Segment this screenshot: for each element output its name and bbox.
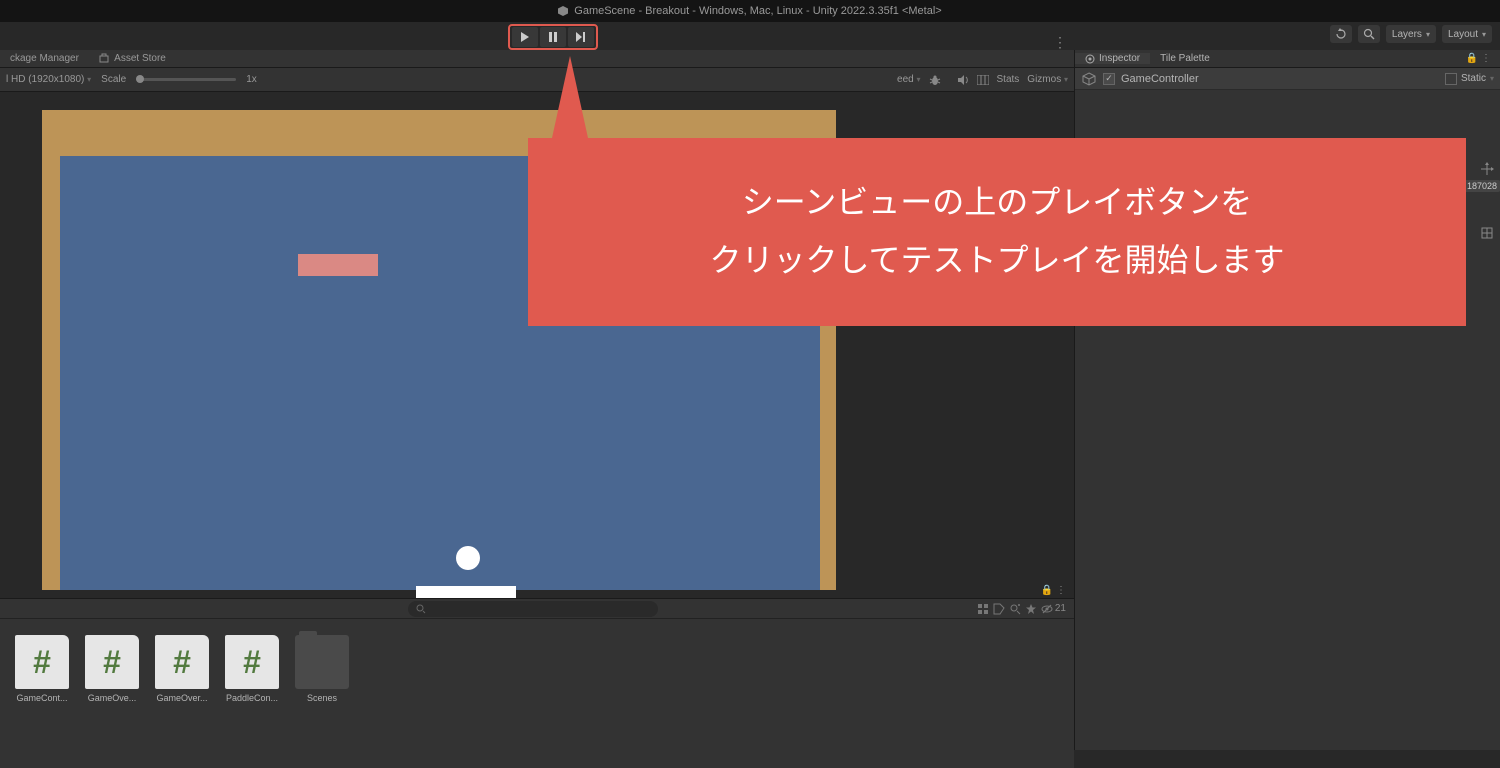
gameobject-active-checkbox[interactable]: ✓ — [1103, 73, 1115, 85]
filter-by-label-icon[interactable] — [993, 603, 1005, 615]
inspector-icon — [1085, 54, 1095, 64]
panel-lock-icon[interactable]: 🔒 ⋮ — [1041, 585, 1066, 596]
project-panel: 🔒 ⋮ 21 # GameCont... # GameOve... # Game… — [0, 598, 1074, 768]
undo-history-button[interactable] — [1330, 25, 1352, 43]
save-search-icon[interactable] — [1009, 603, 1021, 615]
asset-script-gameover1[interactable]: # GameOve... — [82, 635, 142, 703]
tab-tile-palette[interactable]: Tile Palette — [1150, 53, 1220, 64]
component-tool-icon[interactable] — [1480, 226, 1494, 240]
filter-by-type-icon[interactable] — [977, 603, 989, 615]
top-toolbar: Layers Layout — [0, 22, 1500, 50]
unity-logo-icon — [558, 6, 568, 16]
game-brick — [298, 254, 378, 276]
tutorial-callout: シーンビューの上のプレイボタンを クリックしてテストプレイを開始します — [528, 138, 1466, 326]
hidden-eye-icon — [1041, 604, 1053, 614]
csharp-script-icon: # — [85, 635, 139, 689]
callout-line-1: シーンビューの上のプレイボタンを — [742, 174, 1252, 232]
search-icon — [416, 604, 426, 614]
scale-value: 1x — [246, 74, 257, 85]
callout-arrow — [552, 56, 588, 138]
favorite-icon[interactable] — [1025, 603, 1037, 615]
static-checkbox[interactable] — [1445, 73, 1457, 85]
static-dropdown-icon[interactable]: ▾ — [1490, 74, 1494, 83]
game-view-toolbar: l HD (1920x1080) ▾ Scale 1x eed ▾ Stats … — [0, 68, 1074, 92]
project-search-input[interactable] — [408, 601, 658, 617]
scale-slider[interactable] — [136, 78, 236, 81]
search-button[interactable] — [1358, 25, 1380, 43]
callout-line-2: クリックしてテストプレイを開始します — [709, 232, 1284, 290]
csharp-script-icon: # — [15, 635, 69, 689]
gameobject-name-field[interactable]: GameController — [1121, 73, 1439, 85]
project-toolbar: 🔒 ⋮ 21 — [0, 599, 1074, 619]
scale-label: Scale — [101, 74, 126, 85]
step-button[interactable] — [568, 27, 594, 47]
hidden-count[interactable]: 21 — [1041, 603, 1066, 614]
resolution-dropdown[interactable]: l HD (1920x1080) ▾ — [6, 74, 91, 85]
scale-slider-thumb[interactable] — [136, 75, 144, 83]
inspector-object-header: ✓ GameController Static ▾ — [1075, 68, 1500, 90]
inspector-lock-icon[interactable]: 🔒 ⋮ — [1458, 53, 1500, 64]
panel-menu-icon[interactable]: ⋮ — [1053, 34, 1068, 51]
static-label: Static — [1461, 73, 1486, 84]
speed-partial-label: eed ▾ — [897, 74, 920, 85]
stats-toggle[interactable]: Stats — [997, 74, 1020, 85]
game-tabs-row: ckage Manager Asset Store ⋮ — [0, 50, 1074, 68]
bug-icon[interactable] — [929, 74, 941, 86]
tab-asset-store[interactable]: Asset Store — [89, 53, 176, 64]
asset-script-gameover2[interactable]: # GameOver... — [152, 635, 212, 703]
game-ball — [456, 546, 480, 570]
gizmos-toggle[interactable]: Gizmos ▾ — [1027, 74, 1068, 85]
layout-dropdown[interactable]: Layout — [1442, 25, 1492, 43]
gameobject-icon[interactable] — [1081, 71, 1097, 87]
right-toolbar: Layers Layout — [1330, 25, 1492, 43]
window-title: GameScene - Breakout - Windows, Mac, Lin… — [574, 5, 941, 17]
asset-script-paddlecontroller[interactable]: # PaddleCon... — [222, 635, 282, 703]
transform-tool-icon[interactable] — [1480, 162, 1494, 176]
tab-inspector[interactable]: Inspector — [1075, 53, 1150, 64]
csharp-script-icon: # — [225, 635, 279, 689]
tab-package-manager[interactable]: ckage Manager — [0, 53, 89, 64]
pause-button[interactable] — [540, 27, 566, 47]
audio-icon[interactable] — [957, 74, 969, 86]
csharp-script-icon: # — [155, 635, 209, 689]
title-bar: GameScene - Breakout - Windows, Mac, Lin… — [0, 0, 1500, 22]
aspect-icon[interactable] — [977, 75, 989, 85]
folder-icon — [295, 635, 349, 689]
play-controls-highlight — [508, 24, 598, 50]
asset-script-gamecontroller[interactable]: # GameCont... — [12, 635, 72, 703]
layers-dropdown[interactable]: Layers — [1386, 25, 1436, 43]
project-assets-grid: # GameCont... # GameOve... # GameOver...… — [0, 619, 1074, 711]
play-button[interactable] — [512, 27, 538, 47]
asset-store-icon — [99, 53, 109, 63]
asset-folder-scenes[interactable]: Scenes — [292, 635, 352, 703]
